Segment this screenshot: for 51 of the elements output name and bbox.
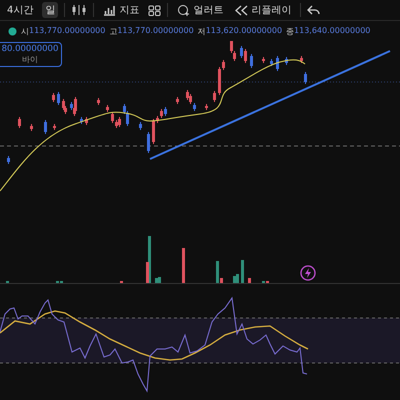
candle [262, 56, 265, 64]
candle [304, 72, 307, 84]
candle [139, 122, 142, 130]
candle [97, 98, 100, 106]
candle [30, 124, 33, 132]
volume-bar [182, 248, 185, 283]
candle [270, 58, 273, 66]
candle [80, 116, 83, 124]
legend-value: 113,770.00000000 [117, 26, 194, 36]
candle [44, 120, 47, 134]
candle [300, 56, 303, 64]
legend-label: 고 [109, 26, 118, 36]
candle [18, 116, 21, 128]
lightning-icon[interactable] [300, 265, 316, 281]
candle [85, 116, 88, 126]
rewind-icon [235, 4, 248, 16]
interval-tab[interactable]: 일 [42, 2, 58, 18]
candle [213, 90, 216, 102]
legend-label: 시 [21, 26, 29, 36]
trend-line[interactable] [150, 50, 390, 160]
candle [276, 56, 279, 72]
candle [52, 92, 55, 102]
candle [285, 56, 288, 66]
volume-bar [241, 260, 244, 283]
candle [7, 156, 10, 164]
legend-label: 종 [286, 26, 294, 36]
candles-icon[interactable] [71, 4, 88, 16]
alert-button[interactable]: 얼러트 [174, 2, 226, 18]
price-value: 80.00000000 [2, 44, 58, 54]
interval-tab[interactable]: 4시간 [4, 2, 36, 18]
bars-icon [103, 4, 116, 16]
legend-value: 113,770.00000000 [29, 26, 106, 36]
candle [147, 132, 150, 154]
alarm-clock-icon [177, 4, 190, 16]
price-tag[interactable]: 80.00000000 바이 [0, 42, 62, 67]
price-tag-label: 바이 [22, 54, 38, 65]
legend-value: 113,620.00000000 [206, 26, 282, 36]
candle [205, 104, 208, 110]
status-dot-icon [8, 26, 17, 36]
grid-icon[interactable] [148, 4, 162, 16]
legend-label: 저 [198, 26, 206, 36]
legend-value: 113,640.00000000 [294, 26, 370, 36]
candle [57, 92, 60, 106]
volume-bar [248, 278, 251, 283]
candle [176, 96, 179, 104]
indicators-button[interactable]: 지표 [100, 2, 142, 18]
candle [106, 104, 109, 112]
undo-icon[interactable] [307, 4, 320, 16]
replay-button[interactable]: 리플레이 [232, 2, 294, 18]
candle [53, 124, 56, 130]
candle [250, 54, 253, 68]
